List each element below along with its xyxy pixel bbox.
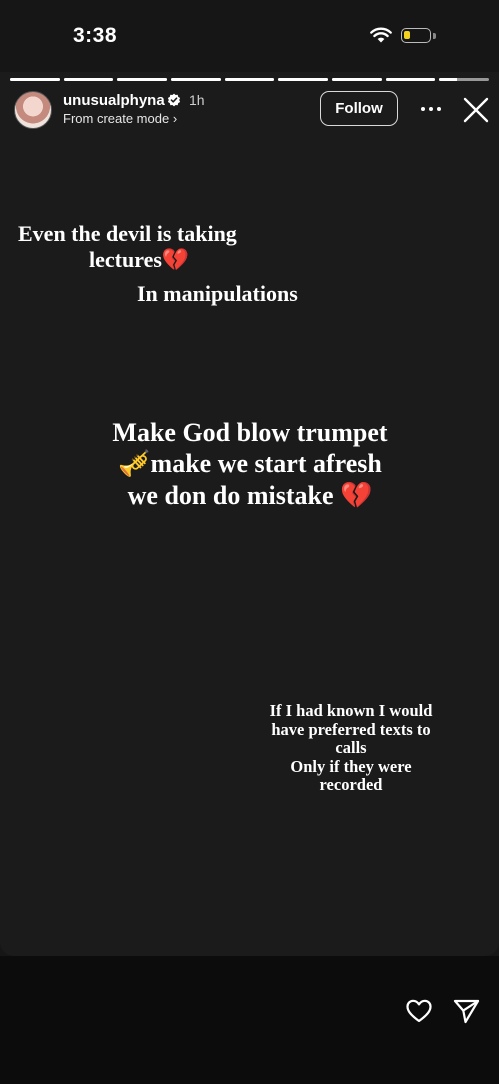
story-text-line-1: Even the devil is taking xyxy=(18,221,237,246)
progress-segment xyxy=(63,78,114,81)
progress-segment-fill xyxy=(171,78,221,81)
progress-segment-fill xyxy=(332,78,382,81)
progress-segment-fill xyxy=(439,78,457,81)
progress-segment-fill xyxy=(117,78,168,81)
share-icon[interactable] xyxy=(452,997,481,1025)
trumpet-icon: 🎺 xyxy=(118,449,151,479)
broken-heart-icon: 💔 xyxy=(161,248,190,273)
story-progress-bar xyxy=(10,78,490,81)
progress-segment xyxy=(439,78,490,81)
main-line-1: Make God blow trumpet xyxy=(112,418,388,447)
progress-segment xyxy=(224,78,275,81)
progress-segment xyxy=(278,78,329,81)
status-bar: 3:38 xyxy=(0,0,499,75)
wifi-icon xyxy=(370,27,392,43)
footer-line-3: calls xyxy=(335,738,367,757)
line-2-text: lectures xyxy=(89,247,162,272)
story-text-line-2: lectures💔 xyxy=(89,247,189,273)
story-text-line-3: In manipulations xyxy=(137,281,298,306)
footer-line-5: recorded xyxy=(319,775,383,794)
progress-segment xyxy=(171,78,221,81)
progress-segment-fill xyxy=(63,78,114,81)
username[interactable]: unusualphyna xyxy=(63,92,165,109)
main-line-2-text: make we start afresh xyxy=(150,449,382,478)
progress-segment-fill xyxy=(278,78,329,81)
close-icon[interactable] xyxy=(462,96,490,124)
create-mode-link[interactable]: From create mode › xyxy=(63,111,177,126)
story-canvas[interactable] xyxy=(0,72,499,956)
battery-icon xyxy=(401,28,431,43)
story-time-ago: 1h xyxy=(189,92,205,108)
progress-segment-fill xyxy=(224,78,275,81)
footer-line-2: have preferred texts to xyxy=(271,719,431,739)
broken-heart-icon-2: 💔 xyxy=(339,481,373,511)
main-line-3: we don do mistake 💔 xyxy=(40,480,460,512)
progress-segment xyxy=(117,78,168,81)
avatar[interactable] xyxy=(14,91,52,129)
progress-segment-fill xyxy=(385,78,436,81)
main-line-2: 🎺make we start afresh xyxy=(40,448,460,480)
more-icon[interactable] xyxy=(419,100,443,118)
progress-segment xyxy=(332,78,382,81)
battery-tip xyxy=(433,33,436,39)
footer-line-1: If I had known I would xyxy=(269,701,433,720)
heart-icon[interactable] xyxy=(405,997,433,1025)
story-text-footer: If I had known I would have preferred te… xyxy=(249,701,453,795)
progress-segment xyxy=(385,78,436,81)
story-text-main: Make God blow trumpet 🎺make we start afr… xyxy=(40,417,460,512)
battery-fill xyxy=(404,31,410,39)
progress-segment-fill xyxy=(10,78,60,81)
follow-button[interactable]: Follow xyxy=(320,91,398,126)
main-line-3-text: we don do mistake xyxy=(127,481,340,510)
verified-icon xyxy=(167,93,181,107)
status-time: 3:38 xyxy=(73,24,118,47)
progress-segment xyxy=(10,78,60,81)
footer-line-4: Only if they were xyxy=(290,756,412,776)
